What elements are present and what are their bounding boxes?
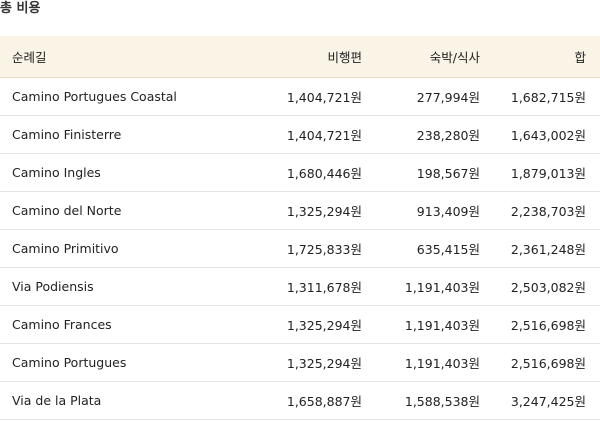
cell-flight: 1,680,446원 bbox=[236, 153, 362, 192]
cell-lodging: 1,191,403원 bbox=[362, 305, 480, 344]
cell-lodging: 1,191,403원 bbox=[362, 267, 480, 306]
cell-route: Via Podiensis bbox=[0, 267, 236, 306]
cell-total: 1,643,002원 bbox=[480, 115, 600, 154]
cell-route: Camino Frances bbox=[0, 305, 236, 344]
cell-lodging: 198,567원 bbox=[362, 153, 480, 192]
cell-total: 1,879,013원 bbox=[480, 153, 600, 192]
page-title: 총 비용 bbox=[0, 1, 41, 16]
cell-flight: 1,311,678원 bbox=[236, 267, 362, 306]
cell-total: 2,503,082원 bbox=[480, 267, 600, 306]
cell-route: Camino Finisterre bbox=[0, 115, 236, 154]
table-row: Camino Frances 1,325,294원 1,191,403원 2,5… bbox=[0, 305, 600, 344]
cell-flight: 1,325,294원 bbox=[236, 191, 362, 230]
cell-flight: 1,658,887원 bbox=[236, 381, 362, 420]
cell-lodging: 277,994원 bbox=[362, 77, 480, 116]
cell-route: Camino del Norte bbox=[0, 191, 236, 230]
cell-lodging: 238,280원 bbox=[362, 115, 480, 154]
cell-flight: 1,725,833원 bbox=[236, 229, 362, 268]
cell-route: Via de la Plata bbox=[0, 381, 236, 420]
cell-total: 2,238,703원 bbox=[480, 191, 600, 230]
table-header-row: 순례길 비행편 숙박/식사 합 bbox=[0, 36, 600, 78]
cell-total: 3,247,425원 bbox=[480, 381, 600, 420]
cell-flight: 1,325,294원 bbox=[236, 343, 362, 382]
cell-total: 2,516,698원 bbox=[480, 305, 600, 344]
cell-total: 2,516,698원 bbox=[480, 343, 600, 382]
table-row: Camino Portugues 1,325,294원 1,191,403원 2… bbox=[0, 343, 600, 382]
table-row: Camino del Norte 1,325,294원 913,409원 2,2… bbox=[0, 191, 600, 230]
cost-table: 순례길 비행편 숙박/식사 합 Camino Portugues Coastal… bbox=[0, 36, 600, 420]
cell-lodging: 635,415원 bbox=[362, 229, 480, 268]
header-flight: 비행편 bbox=[236, 36, 362, 78]
table-row: Camino Primitivo 1,725,833원 635,415원 2,3… bbox=[0, 229, 600, 268]
header-route: 순례길 bbox=[0, 36, 236, 78]
cell-route: Camino Ingles bbox=[0, 153, 236, 192]
header-total: 합 bbox=[480, 36, 600, 78]
cell-total: 2,361,248원 bbox=[480, 229, 600, 268]
cell-route: Camino Primitivo bbox=[0, 229, 236, 268]
cell-route: Camino Portugues Coastal bbox=[0, 77, 236, 116]
cell-lodging: 1,191,403원 bbox=[362, 343, 480, 382]
cell-lodging: 1,588,538원 bbox=[362, 381, 480, 420]
cell-flight: 1,404,721원 bbox=[236, 77, 362, 116]
cell-flight: 1,325,294원 bbox=[236, 305, 362, 344]
table-row: Camino Ingles 1,680,446원 198,567원 1,879,… bbox=[0, 153, 600, 192]
header-lodging: 숙박/식사 bbox=[362, 36, 480, 78]
table-row: Camino Finisterre 1,404,721원 238,280원 1,… bbox=[0, 115, 600, 154]
table-row: Via Podiensis 1,311,678원 1,191,403원 2,50… bbox=[0, 267, 600, 306]
table-row: Via de la Plata 1,658,887원 1,588,538원 3,… bbox=[0, 381, 600, 420]
cell-route: Camino Portugues bbox=[0, 343, 236, 382]
cell-flight: 1,404,721원 bbox=[236, 115, 362, 154]
cell-lodging: 913,409원 bbox=[362, 191, 480, 230]
cell-total: 1,682,715원 bbox=[480, 77, 600, 116]
table-row: Camino Portugues Coastal 1,404,721원 277,… bbox=[0, 77, 600, 116]
